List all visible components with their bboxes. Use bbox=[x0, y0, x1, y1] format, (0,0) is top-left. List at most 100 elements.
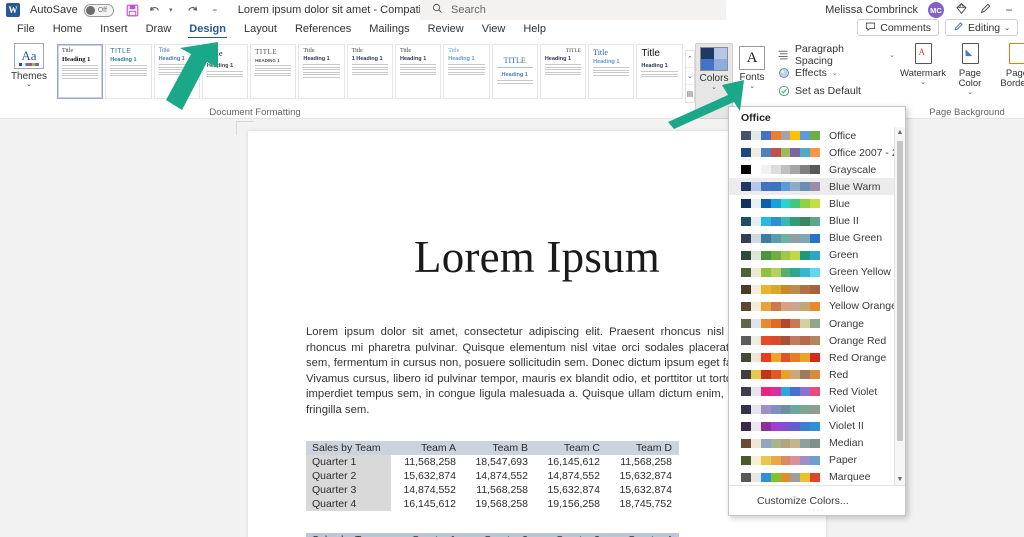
theme-color-item[interactable]: Green Yellow bbox=[729, 264, 905, 281]
theme-color-item[interactable]: Violet II bbox=[729, 418, 905, 435]
tab-view[interactable]: View bbox=[473, 20, 515, 38]
theme-color-item[interactable]: Office 2007 - 2010 bbox=[729, 144, 905, 161]
theme-color-swatch bbox=[741, 148, 820, 157]
table-cell: 14,874,552 bbox=[463, 469, 535, 483]
tab-draw[interactable]: Draw bbox=[137, 20, 181, 38]
theme-color-swatch bbox=[741, 456, 820, 465]
gallery-item[interactable]: TITLE Heading 1 bbox=[540, 44, 586, 99]
scroll-up-icon[interactable]: ⌃ bbox=[686, 51, 694, 68]
theme-color-name: Blue Warm bbox=[829, 181, 881, 193]
tab-references[interactable]: References bbox=[286, 20, 360, 38]
theme-color-name: Violet bbox=[829, 403, 855, 415]
gallery-item[interactable]: Title Heading 1 bbox=[443, 44, 489, 99]
qat-more-icon[interactable]: ⩦ bbox=[208, 3, 222, 17]
tab-design[interactable]: Design bbox=[180, 20, 235, 38]
theme-color-item[interactable]: Yellow bbox=[729, 281, 905, 298]
theme-color-item[interactable]: Blue Warm bbox=[729, 178, 905, 195]
page-borders-button[interactable]: Page Borders bbox=[995, 43, 1024, 96]
dropdown-heading: Office bbox=[729, 107, 905, 127]
page-background-buttons: A Watermark ⌄ ◣ Page Color ⌄ Pa bbox=[895, 43, 1024, 96]
theme-colors-dropdown[interactable]: Office OfficeOffice 2007 - 2010Grayscale… bbox=[728, 106, 906, 516]
table-cell: 11,568,258 bbox=[463, 483, 535, 497]
undo-icon[interactable] bbox=[148, 3, 162, 17]
gallery-item-lines bbox=[352, 64, 388, 75]
watermark-button[interactable]: A Watermark ⌄ bbox=[901, 43, 945, 96]
themes-button[interactable]: Aa Themes ⌄ bbox=[6, 43, 52, 88]
avatar[interactable]: MC bbox=[928, 2, 944, 18]
gallery-item[interactable]: Title Heading 1 bbox=[298, 44, 344, 99]
gallery-item[interactable]: TITLE HEADING 1 bbox=[250, 44, 296, 99]
gallery-item-heading: Heading 1 bbox=[62, 56, 98, 63]
gallery-item[interactable]: TITLE Heading 1 bbox=[105, 44, 151, 99]
gallery-item-lines bbox=[255, 65, 291, 76]
theme-color-item[interactable]: Green bbox=[729, 247, 905, 264]
tab-mailings[interactable]: Mailings bbox=[360, 20, 418, 38]
theme-color-item[interactable]: Orange Red bbox=[729, 332, 905, 349]
theme-color-item[interactable]: Blue II bbox=[729, 212, 905, 229]
comments-button[interactable]: Comments bbox=[857, 19, 939, 36]
table-cell: 15,632,874 bbox=[607, 469, 679, 483]
scroll-up-icon[interactable]: ▲ bbox=[895, 127, 905, 138]
theme-color-item[interactable]: Red bbox=[729, 366, 905, 383]
style-set-gallery[interactable]: Title Heading 1 TITLE Heading 1 Title He… bbox=[57, 44, 695, 103]
redo-icon[interactable] bbox=[186, 3, 200, 17]
watermark-icon: A bbox=[912, 43, 934, 67]
theme-color-item[interactable]: Red Orange bbox=[729, 349, 905, 366]
tab-home[interactable]: Home bbox=[44, 20, 91, 38]
chevron-down-icon[interactable]: ⌄ bbox=[1004, 24, 1010, 32]
chevron-down-icon[interactable]: ⌄ bbox=[920, 79, 926, 86]
theme-color-item[interactable]: Blue Green bbox=[729, 230, 905, 247]
page-borders-icon bbox=[1006, 43, 1024, 67]
theme-color-name: Red Orange bbox=[829, 352, 886, 364]
chevron-down-icon[interactable]: ⌄ bbox=[832, 69, 838, 77]
pen-icon[interactable] bbox=[978, 2, 992, 18]
theme-color-name: Red bbox=[829, 369, 848, 381]
theme-color-item[interactable]: Office bbox=[729, 127, 905, 144]
table-row: Quarter 1 11,568,258 18,547,693 16,145,6… bbox=[306, 455, 679, 469]
theme-color-item[interactable]: Red Violet bbox=[729, 383, 905, 400]
theme-color-swatch bbox=[741, 439, 820, 448]
table-row: Quarter 4 16,145,612 19,568,258 19,156,2… bbox=[306, 497, 679, 511]
autosave-toggle[interactable]: Off bbox=[84, 4, 114, 17]
scrollbar-thumb[interactable] bbox=[897, 141, 903, 441]
theme-color-item[interactable]: Median bbox=[729, 435, 905, 452]
tab-layout[interactable]: Layout bbox=[235, 20, 286, 38]
gallery-item[interactable]: Title Heading 1 bbox=[57, 44, 103, 99]
search-icon bbox=[432, 3, 443, 17]
tab-file[interactable]: File bbox=[8, 20, 44, 38]
page-color-button[interactable]: ◣ Page Color ⌄ bbox=[948, 43, 992, 96]
tab-review[interactable]: Review bbox=[419, 20, 473, 38]
save-icon[interactable] bbox=[126, 3, 140, 17]
theme-color-item[interactable]: Blue bbox=[729, 195, 905, 212]
gallery-item[interactable]: TITLE Heading 1 bbox=[492, 44, 538, 99]
tab-insert[interactable]: Insert bbox=[91, 20, 137, 38]
theme-color-item[interactable]: Orange bbox=[729, 315, 905, 332]
gallery-item[interactable]: Title Heading 1 bbox=[395, 44, 441, 99]
chevron-down-icon[interactable]: ⌄ bbox=[26, 82, 32, 88]
scroll-down-icon[interactable]: ▼ bbox=[895, 474, 905, 485]
table-header-cell: Quarter 2 bbox=[463, 533, 535, 537]
effects-label: Effects bbox=[795, 67, 827, 79]
diamond-icon[interactable] bbox=[954, 2, 968, 18]
search-box[interactable]: Search bbox=[420, 0, 726, 20]
theme-color-item[interactable]: Marquee bbox=[729, 469, 905, 485]
undo-chevron-icon[interactable]: ▾ bbox=[164, 3, 178, 17]
theme-colors-list[interactable]: OfficeOffice 2007 - 2010Grayscale Blue Wa… bbox=[729, 127, 905, 485]
theme-color-item[interactable]: Grayscale bbox=[729, 161, 905, 178]
paragraph-spacing-button[interactable]: Paragraph Spacing ⌄ bbox=[777, 46, 895, 64]
theme-color-item[interactable]: Yellow Orange bbox=[729, 298, 905, 315]
gallery-item[interactable]: Title 1 Heading 1 bbox=[347, 44, 393, 99]
minimize-icon[interactable]: − bbox=[1002, 3, 1016, 17]
gallery-item-title: Title bbox=[448, 48, 484, 54]
dropdown-scrollbar[interactable]: ▲ ▼ bbox=[894, 127, 905, 485]
chevron-down-icon[interactable]: ⌄ bbox=[967, 89, 973, 96]
chevron-down-icon[interactable]: ⌄ bbox=[749, 83, 755, 91]
set-as-default-button[interactable]: Set as Default bbox=[777, 82, 895, 100]
theme-color-item[interactable]: Paper bbox=[729, 452, 905, 469]
tab-help[interactable]: Help bbox=[514, 20, 555, 38]
gallery-item[interactable]: Title Heading 1 bbox=[588, 44, 634, 99]
theme-color-swatch bbox=[741, 131, 820, 140]
theme-color-item[interactable]: Violet bbox=[729, 401, 905, 418]
editing-mode-button[interactable]: Editing ⌄ bbox=[945, 19, 1018, 36]
table-header-cell: Quarter 1 bbox=[391, 533, 463, 537]
